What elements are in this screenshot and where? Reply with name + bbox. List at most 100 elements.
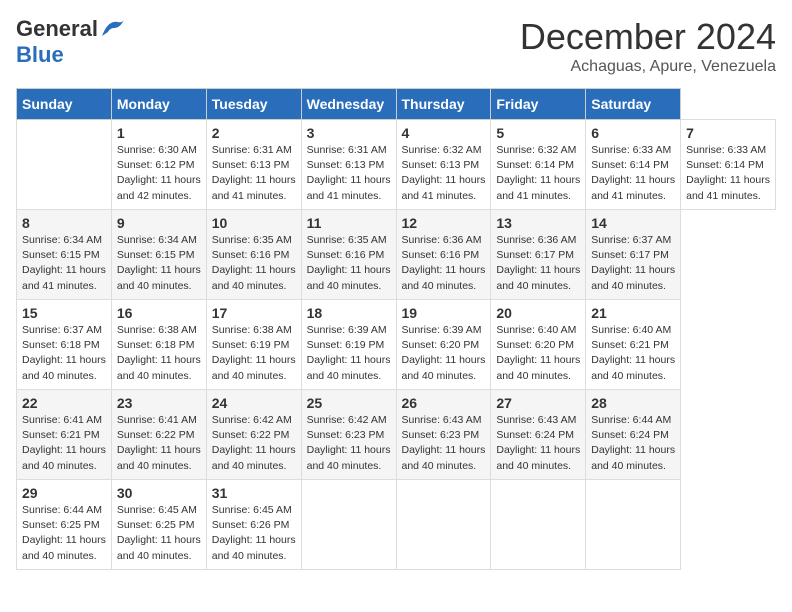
- day-header-monday: Monday: [111, 89, 206, 120]
- title-block: December 2024 Achaguas, Apure, Venezuela: [520, 16, 776, 76]
- calendar-cell: 15 Sunrise: 6:37 AMSunset: 6:18 PMDaylig…: [17, 300, 112, 390]
- day-number: 18: [307, 305, 391, 321]
- cell-info: Sunrise: 6:45 AMSunset: 6:26 PMDaylight:…: [212, 504, 296, 562]
- calendar-cell: 20 Sunrise: 6:40 AMSunset: 6:20 PMDaylig…: [491, 300, 586, 390]
- calendar-week-row: 29 Sunrise: 6:44 AMSunset: 6:25 PMDaylig…: [17, 480, 776, 570]
- cell-info: Sunrise: 6:31 AMSunset: 6:13 PMDaylight:…: [212, 144, 296, 202]
- cell-info: Sunrise: 6:37 AMSunset: 6:17 PMDaylight:…: [591, 234, 675, 292]
- cell-info: Sunrise: 6:35 AMSunset: 6:16 PMDaylight:…: [307, 234, 391, 292]
- day-number: 27: [496, 395, 580, 411]
- location: Achaguas, Apure, Venezuela: [520, 58, 776, 76]
- calendar-cell: [396, 480, 491, 570]
- calendar-cell: 26 Sunrise: 6:43 AMSunset: 6:23 PMDaylig…: [396, 390, 491, 480]
- calendar-cell: 2 Sunrise: 6:31 AMSunset: 6:13 PMDayligh…: [206, 120, 301, 210]
- calendar-cell: [586, 480, 681, 570]
- cell-info: Sunrise: 6:39 AMSunset: 6:20 PMDaylight:…: [402, 324, 486, 382]
- day-header-friday: Friday: [491, 89, 586, 120]
- cell-info: Sunrise: 6:41 AMSunset: 6:21 PMDaylight:…: [22, 414, 106, 472]
- cell-info: Sunrise: 6:32 AMSunset: 6:13 PMDaylight:…: [402, 144, 486, 202]
- cell-info: Sunrise: 6:44 AMSunset: 6:25 PMDaylight:…: [22, 504, 106, 562]
- cell-info: Sunrise: 6:39 AMSunset: 6:19 PMDaylight:…: [307, 324, 391, 382]
- calendar-cell: 18 Sunrise: 6:39 AMSunset: 6:19 PMDaylig…: [301, 300, 396, 390]
- calendar-body: 1 Sunrise: 6:30 AMSunset: 6:12 PMDayligh…: [17, 120, 776, 570]
- cell-info: Sunrise: 6:33 AMSunset: 6:14 PMDaylight:…: [591, 144, 675, 202]
- day-header-tuesday: Tuesday: [206, 89, 301, 120]
- cell-info: Sunrise: 6:37 AMSunset: 6:18 PMDaylight:…: [22, 324, 106, 382]
- calendar-cell: 22 Sunrise: 6:41 AMSunset: 6:21 PMDaylig…: [17, 390, 112, 480]
- logo-blue: Blue: [16, 42, 64, 67]
- day-number: 6: [591, 125, 675, 141]
- day-number: 3: [307, 125, 391, 141]
- calendar-cell: 23 Sunrise: 6:41 AMSunset: 6:22 PMDaylig…: [111, 390, 206, 480]
- day-number: 11: [307, 215, 391, 231]
- day-number: 13: [496, 215, 580, 231]
- calendar-cell: [491, 480, 586, 570]
- day-number: 10: [212, 215, 296, 231]
- day-number: 26: [402, 395, 486, 411]
- calendar-cell: 10 Sunrise: 6:35 AMSunset: 6:16 PMDaylig…: [206, 210, 301, 300]
- calendar-cell: 1 Sunrise: 6:30 AMSunset: 6:12 PMDayligh…: [111, 120, 206, 210]
- calendar-cell: 29 Sunrise: 6:44 AMSunset: 6:25 PMDaylig…: [17, 480, 112, 570]
- calendar-cell: 13 Sunrise: 6:36 AMSunset: 6:17 PMDaylig…: [491, 210, 586, 300]
- day-number: 16: [117, 305, 201, 321]
- day-number: 25: [307, 395, 391, 411]
- calendar-cell: 24 Sunrise: 6:42 AMSunset: 6:22 PMDaylig…: [206, 390, 301, 480]
- calendar-cell: 5 Sunrise: 6:32 AMSunset: 6:14 PMDayligh…: [491, 120, 586, 210]
- day-header-sunday: Sunday: [17, 89, 112, 120]
- cell-info: Sunrise: 6:40 AMSunset: 6:20 PMDaylight:…: [496, 324, 580, 382]
- cell-info: Sunrise: 6:45 AMSunset: 6:25 PMDaylight:…: [117, 504, 201, 562]
- cell-info: Sunrise: 6:43 AMSunset: 6:24 PMDaylight:…: [496, 414, 580, 472]
- cell-info: Sunrise: 6:43 AMSunset: 6:23 PMDaylight:…: [402, 414, 486, 472]
- logo: General Blue: [16, 16, 126, 68]
- day-number: 12: [402, 215, 486, 231]
- calendar-cell: 19 Sunrise: 6:39 AMSunset: 6:20 PMDaylig…: [396, 300, 491, 390]
- day-number: 8: [22, 215, 106, 231]
- day-number: 17: [212, 305, 296, 321]
- day-number: 28: [591, 395, 675, 411]
- calendar-cell: 28 Sunrise: 6:44 AMSunset: 6:24 PMDaylig…: [586, 390, 681, 480]
- day-number: 30: [117, 485, 201, 501]
- page-header: General Blue December 2024 Achaguas, Apu…: [16, 16, 776, 76]
- calendar-week-row: 15 Sunrise: 6:37 AMSunset: 6:18 PMDaylig…: [17, 300, 776, 390]
- calendar-cell: 8 Sunrise: 6:34 AMSunset: 6:15 PMDayligh…: [17, 210, 112, 300]
- calendar-cell: 21 Sunrise: 6:40 AMSunset: 6:21 PMDaylig…: [586, 300, 681, 390]
- logo-bird-icon: [100, 18, 126, 40]
- cell-info: Sunrise: 6:42 AMSunset: 6:22 PMDaylight:…: [212, 414, 296, 472]
- calendar-cell: 27 Sunrise: 6:43 AMSunset: 6:24 PMDaylig…: [491, 390, 586, 480]
- month-title: December 2024: [520, 16, 776, 58]
- day-number: 22: [22, 395, 106, 411]
- cell-info: Sunrise: 6:42 AMSunset: 6:23 PMDaylight:…: [307, 414, 391, 472]
- day-number: 4: [402, 125, 486, 141]
- cell-info: Sunrise: 6:31 AMSunset: 6:13 PMDaylight:…: [307, 144, 391, 202]
- calendar-cell: 9 Sunrise: 6:34 AMSunset: 6:15 PMDayligh…: [111, 210, 206, 300]
- cell-info: Sunrise: 6:33 AMSunset: 6:14 PMDaylight:…: [686, 144, 770, 202]
- calendar-header-row: SundayMondayTuesdayWednesdayThursdayFrid…: [17, 89, 776, 120]
- calendar-cell: [301, 480, 396, 570]
- calendar-cell: 17 Sunrise: 6:38 AMSunset: 6:19 PMDaylig…: [206, 300, 301, 390]
- calendar-cell: 16 Sunrise: 6:38 AMSunset: 6:18 PMDaylig…: [111, 300, 206, 390]
- cell-info: Sunrise: 6:32 AMSunset: 6:14 PMDaylight:…: [496, 144, 580, 202]
- calendar-table: SundayMondayTuesdayWednesdayThursdayFrid…: [16, 88, 776, 570]
- cell-info: Sunrise: 6:44 AMSunset: 6:24 PMDaylight:…: [591, 414, 675, 472]
- day-number: 15: [22, 305, 106, 321]
- calendar-cell: 25 Sunrise: 6:42 AMSunset: 6:23 PMDaylig…: [301, 390, 396, 480]
- calendar-cell: 12 Sunrise: 6:36 AMSunset: 6:16 PMDaylig…: [396, 210, 491, 300]
- calendar-cell: 6 Sunrise: 6:33 AMSunset: 6:14 PMDayligh…: [586, 120, 681, 210]
- cell-info: Sunrise: 6:34 AMSunset: 6:15 PMDaylight:…: [22, 234, 106, 292]
- cell-info: Sunrise: 6:36 AMSunset: 6:16 PMDaylight:…: [402, 234, 486, 292]
- day-header-wednesday: Wednesday: [301, 89, 396, 120]
- calendar-week-row: 22 Sunrise: 6:41 AMSunset: 6:21 PMDaylig…: [17, 390, 776, 480]
- calendar-cell: 31 Sunrise: 6:45 AMSunset: 6:26 PMDaylig…: [206, 480, 301, 570]
- day-header-saturday: Saturday: [586, 89, 681, 120]
- day-number: 31: [212, 485, 296, 501]
- calendar-cell: 14 Sunrise: 6:37 AMSunset: 6:17 PMDaylig…: [586, 210, 681, 300]
- cell-info: Sunrise: 6:35 AMSunset: 6:16 PMDaylight:…: [212, 234, 296, 292]
- cell-info: Sunrise: 6:34 AMSunset: 6:15 PMDaylight:…: [117, 234, 201, 292]
- day-number: 5: [496, 125, 580, 141]
- day-number: 24: [212, 395, 296, 411]
- empty-cell: [17, 120, 112, 210]
- cell-info: Sunrise: 6:36 AMSunset: 6:17 PMDaylight:…: [496, 234, 580, 292]
- day-number: 14: [591, 215, 675, 231]
- calendar-cell: 7 Sunrise: 6:33 AMSunset: 6:14 PMDayligh…: [681, 120, 776, 210]
- day-number: 23: [117, 395, 201, 411]
